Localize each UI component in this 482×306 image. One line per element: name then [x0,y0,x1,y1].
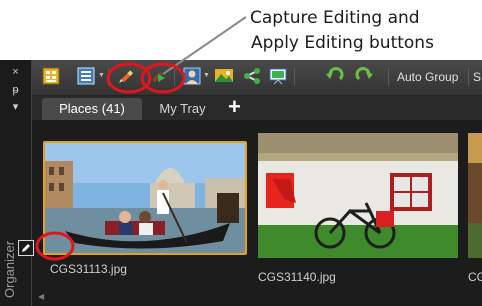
share-icon[interactable] [242,66,262,86]
person-dropdown-icon[interactable]: ▼ [203,72,210,79]
list-view-dropdown-icon[interactable]: ▼ [98,72,105,79]
tab-places[interactable]: Places (41) [42,98,142,120]
callout-line-1: Capture Editing and [250,8,420,28]
callout-annotation: Capture Editing and Apply Editing button… [250,6,478,56]
rotate-left-icon[interactable] [325,66,345,86]
partial-photo [468,133,482,258]
gondola-photo [45,143,245,253]
thumbnail-cgs31113[interactable] [43,141,247,255]
thumbnail-cgs31140[interactable] [258,133,458,258]
pencil-icon [22,244,30,252]
person-icon[interactable] [182,66,202,86]
toolbar-separator [174,68,175,86]
scroll-left-icon[interactable]: ◀ [38,292,44,301]
list-view-icon[interactable] [76,66,96,86]
organizer-app: × ᵽ ▾ Organizer ▼ ▼ Auto Group S Places … [0,60,482,306]
panel-menu-button[interactable]: ▾ [0,100,31,113]
tab-my-tray[interactable]: My Tray [145,98,220,120]
toolbar: ▼ ▼ Auto Group S [32,60,482,96]
organizer-label: Organizer [2,240,17,298]
toolbar-separator [294,68,295,86]
toolbar-separator [388,68,389,86]
tab-bar: Places (41) My Tray + [32,94,482,120]
auto-group-button[interactable]: Auto Group [393,67,462,87]
thumbnail-caption: CGS31140.jpg [258,270,336,284]
cottage-photo [258,133,458,258]
panel-pin-button[interactable]: ᵽ [0,84,31,96]
thumbnail-partial[interactable] [468,133,482,258]
thumbnail-caption: CGS31113.jpg [50,262,127,276]
toolbar-separator [108,68,109,86]
edits-applied-badge [18,240,34,256]
toolbar-overflow-button[interactable]: S [473,67,481,87]
view-grid-icon[interactable] [41,66,61,86]
rotate-right-icon[interactable] [354,66,374,86]
toolbar-separator [468,68,469,86]
slideshow-icon[interactable] [268,66,288,86]
callout-line-2: Apply Editing buttons [251,33,434,53]
thumbnail-caption: CG [468,270,482,284]
organizer-side-panel: × ᵽ ▾ Organizer [0,60,32,306]
capture-editing-icon[interactable] [116,66,136,86]
panel-close-button[interactable]: × [0,66,31,78]
apply-editing-icon[interactable] [147,66,167,86]
thumbnail-grid: CGS31113.jpg CGS31140.jpg CG [32,120,482,306]
add-tab-button[interactable]: + [228,94,241,120]
landscape-icon[interactable] [214,66,234,86]
